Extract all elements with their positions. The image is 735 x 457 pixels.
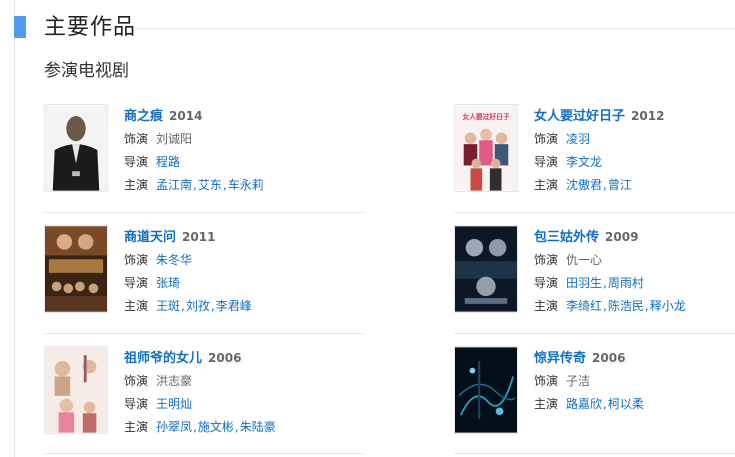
role-label: 饰演 bbox=[534, 132, 559, 146]
row-divider bbox=[44, 212, 364, 213]
work-item: 女人要过好日子 女人要过好日子 2012 饰演 凌羽 导演 李文龙 主演 沈傲君,曾江 bbox=[454, 104, 735, 194]
row-divider bbox=[454, 453, 735, 454]
director-label: 导演 bbox=[124, 155, 149, 169]
actor-link[interactable]: 刘孜 bbox=[186, 299, 210, 313]
row-divider bbox=[454, 333, 735, 334]
name-separator: , bbox=[234, 420, 239, 434]
director-label: 导演 bbox=[534, 155, 559, 169]
poster-image-light-drama bbox=[45, 347, 107, 433]
name-separator: , bbox=[603, 178, 607, 192]
name-separator: , bbox=[603, 299, 607, 313]
work-item: 惊异传奇 2006 饰演 子洁 主演 路嘉欣,柯以柔 bbox=[454, 346, 735, 436]
director-link[interactable]: 李文龙 bbox=[566, 155, 602, 169]
actor-link[interactable]: 艾东 bbox=[198, 178, 222, 192]
starring-label: 主演 bbox=[534, 397, 559, 411]
work-title[interactable]: 商道天问 bbox=[124, 230, 176, 245]
poster-title-text: 女人要过好日子 bbox=[462, 112, 510, 121]
role-link[interactable]: 朱冬华 bbox=[156, 253, 192, 267]
director-link[interactable]: 张琦 bbox=[156, 276, 180, 290]
work-poster[interactable] bbox=[454, 225, 518, 313]
work-item: 商之痕 2014 饰演 刘诚阳 导演 程路 主演 孟江南,艾东,车永莉 bbox=[44, 104, 344, 194]
left-border bbox=[14, 0, 15, 457]
work-item: 商道天问 2011 饰演 朱冬华 导演 张琦 主演 王斑,刘孜,李君峰 bbox=[44, 225, 344, 315]
name-separator: , bbox=[210, 299, 215, 313]
subsection-title: 参演电视剧 bbox=[44, 61, 129, 81]
actor-link[interactable]: 李君峰 bbox=[216, 299, 252, 313]
actor-link[interactable]: 朱陆豪 bbox=[240, 420, 276, 434]
work-year: 2009 bbox=[605, 230, 639, 244]
work-title[interactable]: 惊异传奇 bbox=[534, 351, 586, 366]
actor-link[interactable]: 曾江 bbox=[608, 178, 632, 192]
director-label: 导演 bbox=[124, 397, 149, 411]
work-poster[interactable] bbox=[44, 346, 108, 434]
actor-link[interactable]: 沈傲君 bbox=[566, 178, 602, 192]
director-link[interactable]: 周雨村 bbox=[608, 276, 644, 290]
poster-image-group-portrait: 女人要过好日子 bbox=[455, 105, 517, 191]
role-name: 仇一心 bbox=[566, 253, 603, 267]
role-name: 刘诚阳 bbox=[156, 132, 193, 146]
work-title[interactable]: 祖师爷的女儿 bbox=[124, 351, 202, 366]
poster-image-suited-man bbox=[45, 105, 107, 191]
actor-link[interactable]: 王斑 bbox=[156, 299, 180, 313]
director-label: 导演 bbox=[534, 276, 559, 290]
name-separator: , bbox=[181, 299, 185, 313]
name-separator: , bbox=[193, 178, 197, 192]
work-year: 2006 bbox=[208, 351, 242, 365]
poster-image-night-fantasy bbox=[455, 226, 517, 312]
work-item: 祖师爷的女儿 2006 饰演 洪志豪 导演 王明灿 主演 孙翠凤,施文彬,朱陆豪 bbox=[44, 346, 344, 436]
work-title[interactable]: 商之痕 bbox=[124, 109, 163, 124]
work-item: 包三姑外传 2009 饰演 仇一心 导演 田羽生,周雨村 主演 李绮红,陈浩民,释小龙 bbox=[454, 225, 735, 315]
actor-link[interactable]: 释小龙 bbox=[650, 299, 686, 313]
role-label: 饰演 bbox=[124, 374, 149, 388]
work-poster[interactable] bbox=[44, 104, 108, 192]
section-title-rule bbox=[136, 28, 735, 29]
starring-label: 主演 bbox=[534, 299, 559, 313]
name-separator: , bbox=[644, 299, 649, 313]
work-year: 2012 bbox=[631, 109, 665, 123]
role-link[interactable]: 凌羽 bbox=[566, 132, 590, 146]
name-separator: , bbox=[603, 397, 607, 411]
work-title[interactable]: 女人要过好日子 bbox=[534, 109, 625, 124]
starring-label: 主演 bbox=[124, 178, 149, 192]
row-divider bbox=[454, 212, 735, 213]
name-separator: , bbox=[603, 276, 607, 290]
work-year: 2011 bbox=[182, 230, 216, 244]
starring-label: 主演 bbox=[124, 299, 149, 313]
role-label: 饰演 bbox=[124, 132, 149, 146]
actor-link[interactable]: 车永莉 bbox=[228, 178, 264, 192]
row-divider bbox=[44, 453, 364, 454]
section-title: 主要作品 bbox=[44, 15, 137, 40]
row-divider bbox=[44, 333, 364, 334]
actor-link[interactable]: 陈浩民 bbox=[608, 299, 644, 313]
poster-image-period-drama bbox=[45, 226, 107, 312]
poster-image-dark-mystery bbox=[455, 347, 517, 433]
director-label: 导演 bbox=[124, 276, 149, 290]
director-link[interactable]: 王明灿 bbox=[156, 397, 192, 411]
director-link[interactable]: 程路 bbox=[156, 155, 180, 169]
work-year: 2014 bbox=[169, 109, 203, 123]
work-poster[interactable] bbox=[44, 225, 108, 313]
section-accent-bar bbox=[14, 16, 26, 38]
director-link[interactable]: 田羽生 bbox=[566, 276, 602, 290]
role-label: 饰演 bbox=[534, 253, 559, 267]
role-label: 饰演 bbox=[124, 253, 149, 267]
role-label: 饰演 bbox=[534, 374, 559, 388]
role-name: 子洁 bbox=[566, 374, 591, 388]
work-year: 2006 bbox=[592, 351, 626, 365]
actor-link[interactable]: 柯以柔 bbox=[608, 397, 644, 411]
actor-link[interactable]: 李绮红 bbox=[566, 299, 602, 313]
actor-link[interactable]: 孙翠凤 bbox=[156, 420, 192, 434]
name-separator: , bbox=[222, 178, 227, 192]
work-title[interactable]: 包三姑外传 bbox=[534, 230, 599, 245]
work-poster[interactable] bbox=[454, 346, 518, 434]
work-poster[interactable]: 女人要过好日子 bbox=[454, 104, 518, 192]
actor-link[interactable]: 孟江南 bbox=[156, 178, 192, 192]
starring-label: 主演 bbox=[534, 178, 559, 192]
name-separator: , bbox=[193, 420, 197, 434]
starring-label: 主演 bbox=[124, 420, 149, 434]
role-name: 洪志豪 bbox=[156, 374, 193, 388]
actor-link[interactable]: 路嘉欣 bbox=[566, 397, 602, 411]
actor-link[interactable]: 施文彬 bbox=[198, 420, 234, 434]
